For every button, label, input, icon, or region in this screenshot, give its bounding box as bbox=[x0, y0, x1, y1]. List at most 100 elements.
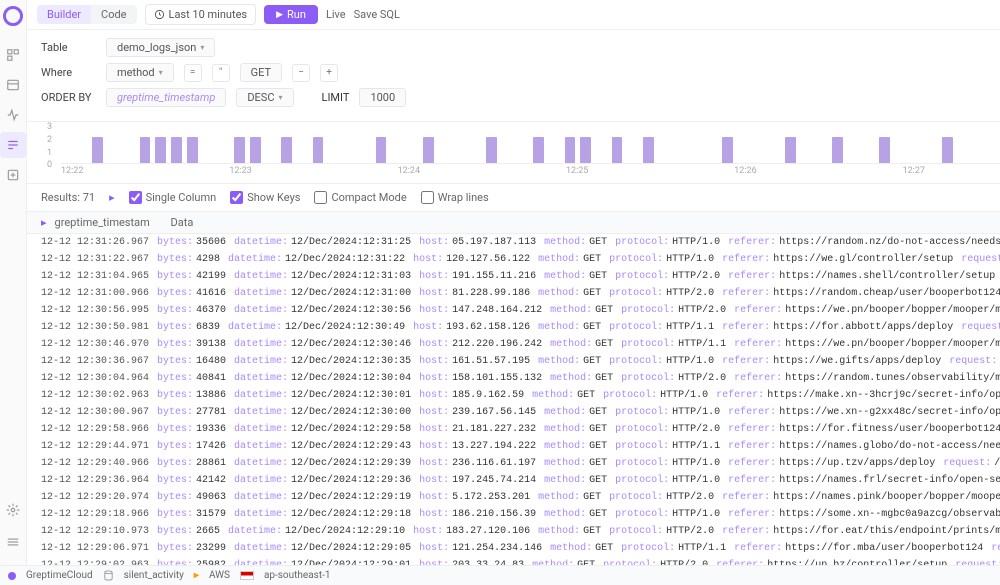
results-bar: Results: 71 ▸ Single Column Show Keys Co… bbox=[27, 184, 1000, 212]
compact-mode-toggle[interactable]: Compact Mode bbox=[314, 191, 406, 204]
log-row[interactable]: 12-12 12:29:20.974bytes:49063datetime:12… bbox=[27, 489, 1000, 506]
log-row[interactable]: 12-12 12:30:00.967bytes:27781datetime:12… bbox=[27, 404, 1000, 421]
chart-bar[interactable] bbox=[722, 137, 733, 163]
log-row[interactable]: 12-12 12:29:18.966bytes:31579datetime:12… bbox=[27, 506, 1000, 523]
column-timestamp: greptime_timestam bbox=[55, 216, 163, 229]
nav-tables-icon[interactable] bbox=[0, 72, 26, 98]
play-icon: ▶ bbox=[276, 10, 283, 20]
header-toggle-icon[interactable]: ▸ bbox=[41, 216, 47, 229]
chart-bar[interactable] bbox=[612, 137, 623, 163]
footer-provider: AWS bbox=[209, 570, 230, 581]
log-row[interactable]: 12-12 12:31:00.966bytes:41616datetime:12… bbox=[27, 285, 1000, 302]
show-keys-toggle[interactable]: Show Keys bbox=[230, 191, 300, 204]
query-builder: Table demo_logs_json▾ Where method▾ = " … bbox=[27, 30, 1000, 122]
chart-bar[interactable] bbox=[423, 137, 434, 163]
nav-metrics-icon[interactable] bbox=[0, 102, 26, 128]
chart-bar[interactable] bbox=[92, 137, 103, 163]
where-op-select[interactable]: = bbox=[184, 64, 202, 82]
xtick: 12:24 bbox=[398, 166, 420, 176]
table-select[interactable]: demo_logs_json▾ bbox=[106, 38, 215, 57]
chart-bar[interactable] bbox=[879, 137, 890, 163]
row-timestamp: 12-12 12:31:04.965 bbox=[41, 271, 149, 282]
chart-bar[interactable] bbox=[281, 137, 292, 163]
flag-icon bbox=[240, 571, 254, 580]
chart-bar[interactable] bbox=[250, 137, 261, 163]
aws-icon: ▸ bbox=[194, 570, 199, 581]
nav-logs-icon[interactable] bbox=[0, 132, 26, 158]
chart-bar[interactable] bbox=[533, 137, 544, 163]
chart-bar[interactable] bbox=[313, 137, 324, 163]
chart-bar[interactable] bbox=[155, 137, 166, 163]
chevron-down-icon: ▾ bbox=[279, 93, 283, 102]
add-where-button[interactable]: + bbox=[320, 64, 338, 82]
tab-builder[interactable]: Builder bbox=[37, 5, 91, 24]
chart-bar[interactable] bbox=[171, 137, 182, 163]
chart-xaxis: 12:2212:2312:2412:2512:2612:2712:2812:29… bbox=[61, 164, 1000, 176]
orderby-field-select[interactable]: greptime_timestamp bbox=[106, 88, 226, 107]
row-timestamp: 12-12 12:29:36.964 bbox=[41, 475, 149, 486]
log-row[interactable]: 12-12 12:30:04.964bytes:40841datetime:12… bbox=[27, 370, 1000, 387]
chart-bar[interactable] bbox=[785, 137, 796, 163]
chart-bar[interactable] bbox=[580, 137, 591, 163]
log-row[interactable]: 12-12 12:30:50.981bytes:6839datetime:12/… bbox=[27, 319, 1000, 336]
results-count: Results: 71 bbox=[41, 191, 95, 204]
brand-dot-icon bbox=[8, 572, 16, 580]
log-row[interactable]: 12-12 12:30:46.970bytes:39138datetime:12… bbox=[27, 336, 1000, 353]
limit-label: LIMIT bbox=[322, 91, 350, 104]
chart-bar[interactable] bbox=[942, 137, 953, 163]
chart-bar[interactable] bbox=[565, 137, 576, 163]
ytick: 3 bbox=[47, 122, 52, 132]
single-column-toggle[interactable]: Single Column bbox=[129, 191, 217, 204]
run-button[interactable]: ▶ Run bbox=[264, 5, 318, 24]
tab-code[interactable]: Code bbox=[91, 5, 136, 24]
log-row[interactable]: 12-12 12:29:58.966bytes:19336datetime:12… bbox=[27, 421, 1000, 438]
chart-bar[interactable] bbox=[234, 137, 245, 163]
log-row[interactable]: 12-12 12:30:36.967bytes:16480datetime:12… bbox=[27, 353, 1000, 370]
chart-bar[interactable] bbox=[832, 137, 843, 163]
nav-ingest-icon[interactable] bbox=[0, 162, 26, 188]
clock-icon bbox=[154, 9, 165, 20]
live-link[interactable]: Live bbox=[326, 8, 346, 21]
time-range-button[interactable]: Last 10 minutes bbox=[145, 4, 257, 25]
chart-bar[interactable] bbox=[486, 137, 497, 163]
xtick: 12:26 bbox=[734, 166, 756, 176]
chart-bar[interactable] bbox=[376, 137, 387, 163]
limit-input[interactable]: 1000 bbox=[359, 88, 406, 107]
remove-where-button[interactable]: − bbox=[292, 64, 310, 82]
ytick: 2 bbox=[47, 135, 52, 145]
log-row[interactable]: 12-12 12:30:56.995bytes:46370datetime:12… bbox=[27, 302, 1000, 319]
row-timestamp: 12-12 12:29:10.973 bbox=[41, 526, 149, 537]
ytick: 0 bbox=[47, 160, 52, 170]
chart-bar[interactable] bbox=[140, 137, 151, 163]
xtick: 12:22 bbox=[61, 166, 83, 176]
log-row[interactable]: 12-12 12:29:06.971bytes:23299datetime:12… bbox=[27, 540, 1000, 557]
log-row[interactable]: 12-12 12:31:22.967bytes:4298datetime:12/… bbox=[27, 251, 1000, 268]
nav-settings-icon[interactable] bbox=[0, 497, 26, 523]
nav-dashboard-icon[interactable] bbox=[0, 42, 26, 68]
wrap-lines-toggle[interactable]: Wrap lines bbox=[421, 191, 489, 204]
quote-toggle[interactable]: " bbox=[212, 64, 230, 82]
left-sidebar bbox=[0, 0, 27, 585]
log-row[interactable]: 12-12 12:30:02.963bytes:13886datetime:12… bbox=[27, 387, 1000, 404]
xtick: 12:25 bbox=[566, 166, 588, 176]
database-icon bbox=[103, 570, 114, 581]
chart-bar[interactable] bbox=[187, 137, 198, 163]
results-dropdown-icon[interactable]: ▸ bbox=[109, 191, 115, 204]
row-timestamp: 12-12 12:29:06.971 bbox=[41, 543, 149, 554]
log-row[interactable]: 12-12 12:29:40.966bytes:28861datetime:12… bbox=[27, 455, 1000, 472]
log-row[interactable]: 12-12 12:31:26.967bytes:35606datetime:12… bbox=[27, 234, 1000, 251]
where-field-select[interactable]: method▾ bbox=[106, 63, 174, 82]
log-row[interactable]: 12-12 12:31:04.965bytes:42199datetime:12… bbox=[27, 268, 1000, 285]
row-timestamp: 12-12 12:31:00.966 bbox=[41, 288, 149, 299]
where-value-input[interactable]: GET bbox=[240, 63, 282, 82]
log-row[interactable]: 12-12 12:29:10.973bytes:2665datetime:12/… bbox=[27, 523, 1000, 540]
log-row[interactable]: 12-12 12:29:36.964bytes:42142datetime:12… bbox=[27, 472, 1000, 489]
save-sql-link[interactable]: Save SQL bbox=[354, 8, 400, 21]
row-timestamp: 12-12 12:29:40.966 bbox=[41, 458, 149, 469]
histogram-chart: Write Count▾ 3 2 1 0 12:2212:2312:2412:2… bbox=[27, 122, 1000, 184]
nav-menu-icon[interactable] bbox=[0, 529, 26, 555]
chart-bar[interactable] bbox=[643, 137, 654, 163]
row-timestamp: 12-12 12:31:22.967 bbox=[41, 254, 149, 265]
orderby-dir-select[interactable]: DESC▾ bbox=[236, 88, 293, 107]
log-row[interactable]: 12-12 12:29:44.971bytes:17426datetime:12… bbox=[27, 438, 1000, 455]
